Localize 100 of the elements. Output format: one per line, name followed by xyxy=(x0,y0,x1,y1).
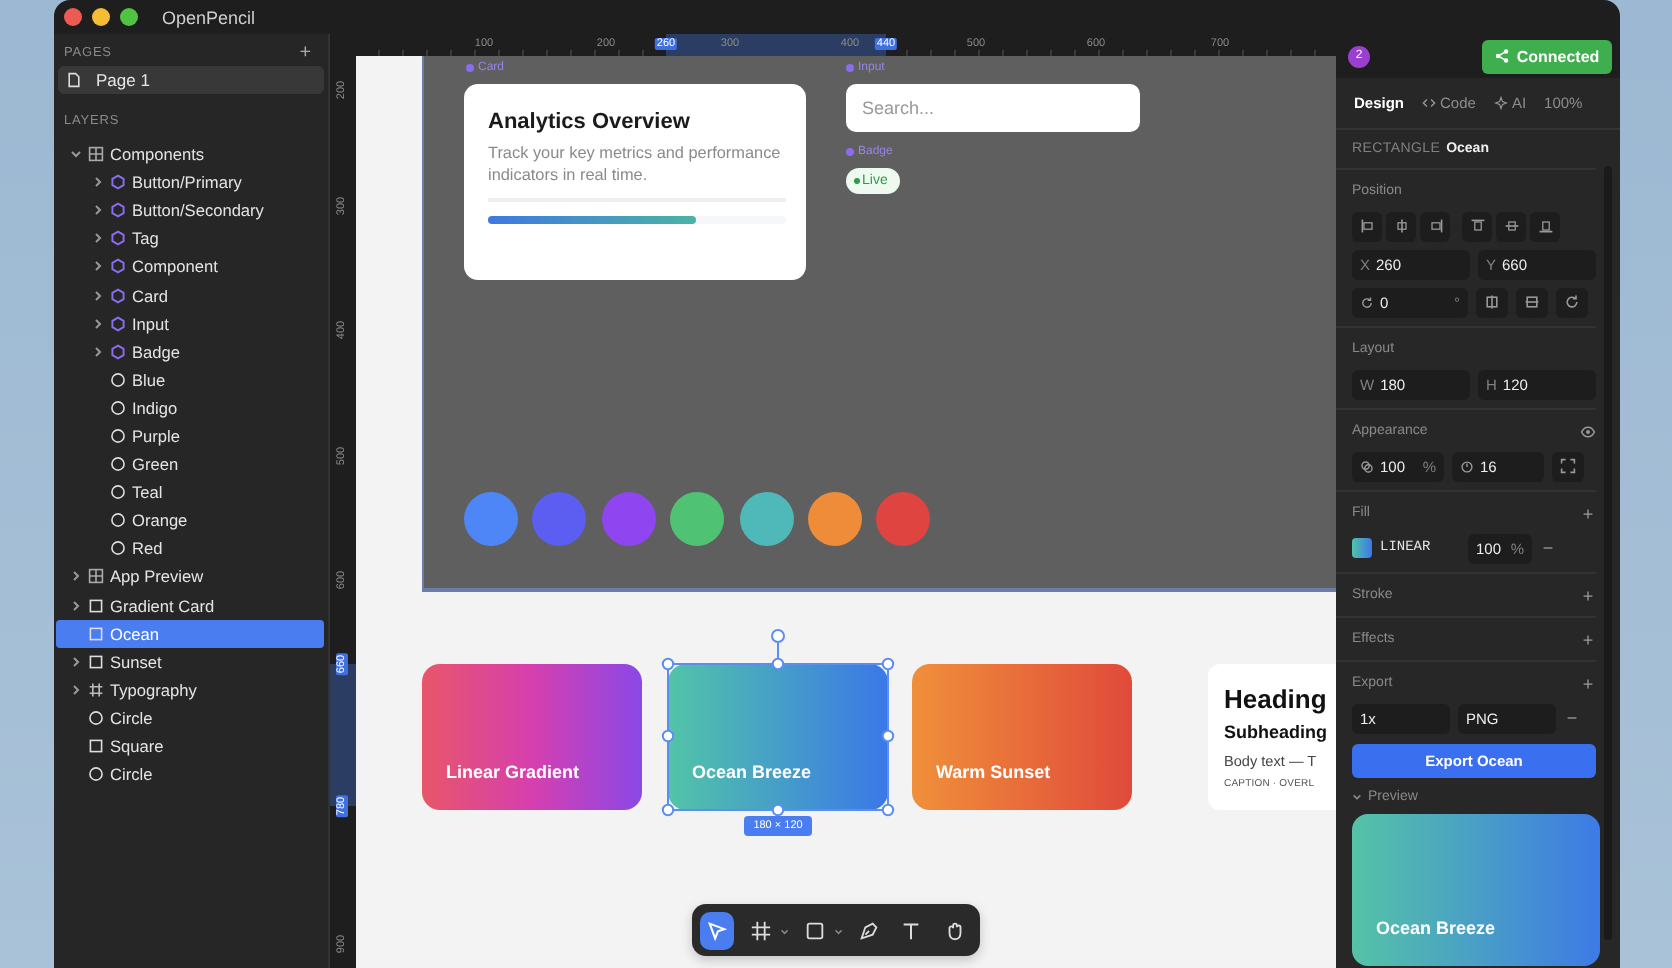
add-effect-button[interactable]: + xyxy=(1580,629,1596,649)
grid-icon xyxy=(88,146,104,163)
layer-item[interactable]: Typography xyxy=(56,675,324,704)
circle-icon xyxy=(110,371,126,388)
color-circle[interactable] xyxy=(464,492,518,546)
rotate-button[interactable] xyxy=(1556,287,1588,317)
layer-item[interactable]: Circle xyxy=(56,760,324,789)
layer-item[interactable]: Input xyxy=(56,309,324,338)
circle-icon xyxy=(110,484,126,501)
align-button[interactable] xyxy=(1386,211,1416,241)
align-button[interactable] xyxy=(1496,211,1526,241)
zoom-button[interactable] xyxy=(120,8,138,26)
caret-icon[interactable] xyxy=(834,925,844,935)
align-icon xyxy=(1359,218,1375,234)
align-button[interactable] xyxy=(1530,211,1560,241)
chevron-icon[interactable] xyxy=(92,260,104,273)
align-button[interactable] xyxy=(1352,211,1382,241)
frame-icon xyxy=(88,681,104,698)
layer-item[interactable]: Components xyxy=(56,140,324,169)
layer-item[interactable]: Ocean xyxy=(56,619,324,648)
square-icon xyxy=(88,597,104,614)
layer-item[interactable]: Button/Primary xyxy=(56,168,324,197)
circle-icon xyxy=(110,399,126,416)
chevron-icon[interactable] xyxy=(92,204,104,217)
chevron-icon[interactable] xyxy=(70,570,82,583)
color-circle[interactable] xyxy=(808,492,862,546)
remove-export-button[interactable]: − xyxy=(1564,708,1580,728)
color-circle[interactable] xyxy=(670,492,725,546)
color-circle[interactable] xyxy=(532,492,587,546)
square-icon xyxy=(88,653,104,670)
tool-button[interactable] xyxy=(700,911,735,949)
flip-horizontal-icon xyxy=(1484,294,1500,310)
close-button[interactable] xyxy=(64,8,82,26)
layer-item[interactable]: Teal xyxy=(56,478,324,507)
gradient-swatch[interactable] xyxy=(1352,538,1372,558)
square-icon xyxy=(88,625,104,642)
layer-item[interactable]: Indigo xyxy=(56,393,324,422)
layer-item[interactable]: Square xyxy=(56,731,324,761)
layer-item[interactable]: Red xyxy=(56,534,324,563)
search-field[interactable]: Search... xyxy=(846,84,1140,132)
caret-icon[interactable] xyxy=(779,925,790,935)
circle-icon xyxy=(110,540,126,557)
flip-vertical-icon xyxy=(1524,294,1540,310)
layer-item[interactable]: Blue xyxy=(56,365,324,394)
layer-item[interactable]: Tag xyxy=(56,224,324,253)
add-page-button[interactable]: + xyxy=(299,41,312,63)
add-fill-button[interactable]: + xyxy=(1580,503,1596,523)
layer-item[interactable]: Sunset xyxy=(56,647,324,676)
chevron-icon[interactable] xyxy=(92,317,104,330)
layer-item[interactable]: Badge xyxy=(56,337,324,366)
gradient-card[interactable]: Linear Gradient xyxy=(422,664,642,810)
analytics-card[interactable]: Analytics Overview Track your key metrics and performance indicators in real time. xyxy=(464,84,806,280)
window-title: OpenPencil xyxy=(162,7,256,27)
chevron-icon xyxy=(1352,791,1362,801)
color-circle[interactable] xyxy=(876,492,931,546)
rotate-icon xyxy=(1564,294,1580,310)
chevron-icon[interactable] xyxy=(92,232,104,245)
page-item[interactable]: Page 1 xyxy=(58,66,324,94)
layer-item[interactable]: Circle xyxy=(56,703,324,732)
add-stroke-button[interactable]: + xyxy=(1580,585,1596,605)
chevron-icon[interactable] xyxy=(92,289,104,302)
expand-button[interactable] xyxy=(1552,451,1584,481)
layer-item[interactable]: Purple xyxy=(56,421,324,451)
align-icon xyxy=(1393,218,1409,234)
chevron-icon[interactable] xyxy=(70,148,82,161)
cursor-icon xyxy=(706,919,729,941)
chevron-icon[interactable] xyxy=(70,655,82,668)
circle-icon xyxy=(110,456,126,473)
add-export-button[interactable]: + xyxy=(1580,673,1596,693)
remove-fill-button[interactable]: − xyxy=(1540,538,1556,558)
layer-item[interactable]: Gradient Card xyxy=(56,591,324,620)
align-icon xyxy=(1469,218,1485,234)
layer-item[interactable]: Card xyxy=(56,280,324,310)
color-circle[interactable] xyxy=(739,492,794,546)
align-button[interactable] xyxy=(1462,211,1492,241)
color-circle[interactable] xyxy=(601,492,656,546)
circle-icon xyxy=(88,766,104,783)
circle-icon xyxy=(110,512,126,529)
eye-icon[interactable] xyxy=(1580,423,1596,439)
card-title: Analytics Overview xyxy=(488,108,692,136)
flip-horizontal-button[interactable] xyxy=(1476,287,1508,317)
chevron-icon[interactable] xyxy=(70,683,82,696)
expand-icon xyxy=(1560,458,1576,474)
chevron-icon[interactable] xyxy=(70,599,82,612)
text-tool-icon xyxy=(900,919,923,941)
layer-item[interactable]: Component xyxy=(56,252,324,281)
align-button[interactable] xyxy=(1420,211,1450,241)
layer-item[interactable]: Orange xyxy=(56,506,324,535)
flip-vertical-button[interactable] xyxy=(1516,287,1548,317)
frame-icon xyxy=(749,919,772,941)
heading-sample: Heading xyxy=(1224,684,1329,716)
page-icon xyxy=(66,72,82,88)
layer-item[interactable]: App Preview xyxy=(56,562,324,591)
layer-item[interactable]: Green xyxy=(56,450,324,479)
chevron-icon[interactable] xyxy=(92,345,104,358)
pen-icon xyxy=(857,919,880,941)
layer-item[interactable]: Button/Secondary xyxy=(56,196,324,225)
chevron-icon[interactable] xyxy=(92,176,104,189)
minimize-button[interactable] xyxy=(92,8,110,26)
selection-handles[interactable] xyxy=(660,626,896,818)
